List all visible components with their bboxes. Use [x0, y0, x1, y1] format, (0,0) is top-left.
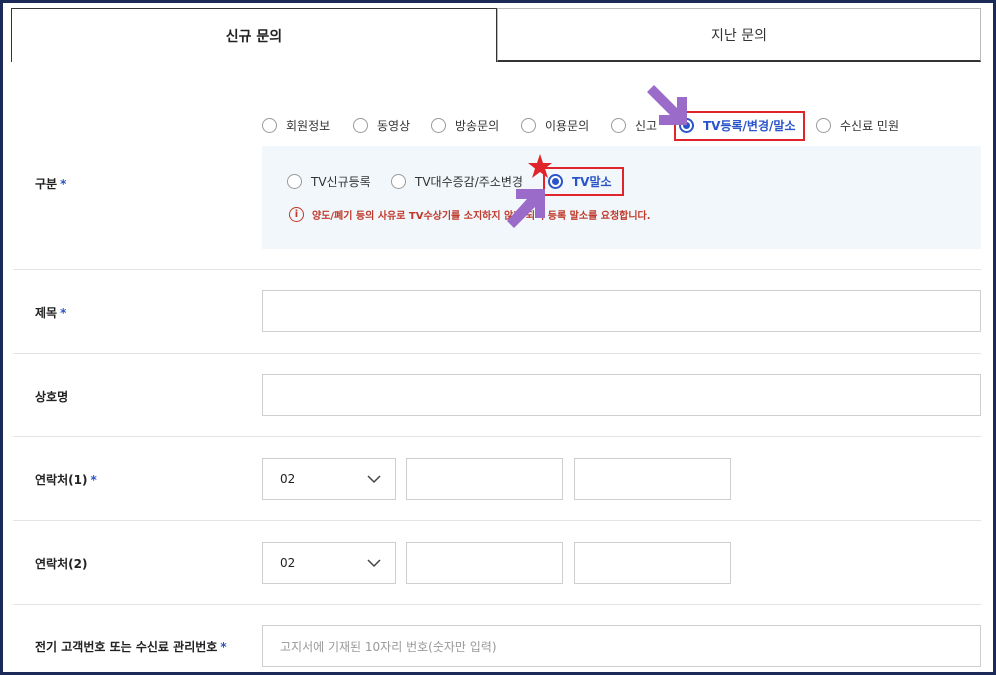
contact1-label: 연락처(1) * [35, 471, 97, 488]
contact2-label: 연락처(2) [35, 557, 88, 571]
radio-label: 방송문의 [455, 119, 500, 133]
customer-number-input[interactable]: 고지서에 기재된 10자리 번호(숫자만 입력) [262, 625, 981, 667]
radio-circle [521, 118, 536, 133]
customer-number-placeholder: 고지서에 기재된 10자리 번호(숫자만 입력) [280, 639, 497, 654]
customer-number-label: 전기 고객번호 또는 수신료 관리번호 * [35, 638, 227, 655]
radio-usage-inquiry[interactable]: 이용문의 [521, 117, 589, 134]
star-annotation-icon [528, 154, 552, 178]
required-mark: * [60, 177, 67, 191]
title-label-text: 제목 [35, 306, 58, 320]
title-input[interactable] [262, 290, 981, 332]
tab-bar: 신규 문의 지난 문의 [11, 8, 981, 62]
contact1-last-input[interactable] [574, 458, 731, 500]
radio-broadcast-inquiry[interactable]: 방송문의 [431, 117, 499, 134]
select-value: 02 [280, 556, 296, 570]
radio-video[interactable]: 동영상 [353, 117, 410, 134]
required-mark: * [90, 473, 97, 487]
contact2-area-code-select[interactable]: 02 [262, 542, 396, 584]
divider [13, 269, 981, 270]
contact2-last-input[interactable] [574, 542, 731, 584]
contact2-middle-input[interactable] [406, 542, 563, 584]
sub-option-panel [262, 146, 981, 249]
highlight-box [543, 167, 624, 196]
radio-label: 수신료 민원 [840, 119, 900, 133]
customer-number-label-text: 전기 고객번호 또는 수신료 관리번호 [35, 640, 218, 654]
business-name-input[interactable] [262, 374, 981, 416]
contact1-area-code-select[interactable]: 02 [262, 458, 396, 500]
select-value: 02 [280, 472, 296, 486]
business-name-label: 상호명 [35, 390, 69, 404]
notice-message: i 양도/폐기 등의 사유로 TV수상기를 소지하지 않게 되어 등록 말소를 … [289, 207, 651, 222]
radio-circle [287, 174, 302, 189]
radio-fee-complaint[interactable]: 수신료 민원 [816, 117, 899, 134]
chevron-down-icon [367, 475, 381, 484]
highlight-box [674, 111, 805, 141]
required-mark: * [220, 640, 227, 654]
divider [13, 604, 981, 605]
radio-circle [353, 118, 368, 133]
radio-circle [431, 118, 446, 133]
notice-text: 양도/폐기 등의 사유로 TV수상기를 소지하지 않게 되어 등록 말소를 요청… [312, 211, 651, 222]
radio-label: 이용문의 [545, 119, 590, 133]
tab-past-inquiry[interactable]: 지난 문의 [497, 8, 981, 62]
arrow-annotation-icon [507, 189, 545, 228]
arrow-annotation-icon [647, 85, 687, 125]
radio-label: 동영상 [377, 119, 411, 133]
contact1-middle-input[interactable] [406, 458, 563, 500]
radio-tv-new-registration[interactable]: TV신규등록 [287, 173, 371, 190]
inquiry-form-window: 신규 문의 지난 문의 구분 * 회원정보 동영상 방송문의 이용문의 신고 TV… [0, 0, 996, 675]
category-label: 구분 * [35, 175, 66, 192]
info-icon: i [289, 207, 304, 222]
divider [13, 436, 981, 437]
divider [13, 520, 981, 521]
tab-new-inquiry[interactable]: 신규 문의 [11, 8, 497, 62]
contact1-label-text: 연락처(1) [35, 473, 88, 487]
radio-circle [391, 174, 406, 189]
radio-circle [611, 118, 626, 133]
radio-circle [262, 118, 277, 133]
chevron-down-icon [367, 559, 381, 568]
title-label: 제목 * [35, 304, 66, 321]
radio-circle [816, 118, 831, 133]
divider [13, 353, 981, 354]
required-mark: * [60, 306, 67, 320]
radio-label: 회원정보 [286, 119, 331, 133]
radio-label: TV신규등록 [311, 175, 371, 189]
category-label-text: 구분 [35, 177, 58, 191]
radio-member-info[interactable]: 회원정보 [262, 117, 330, 134]
